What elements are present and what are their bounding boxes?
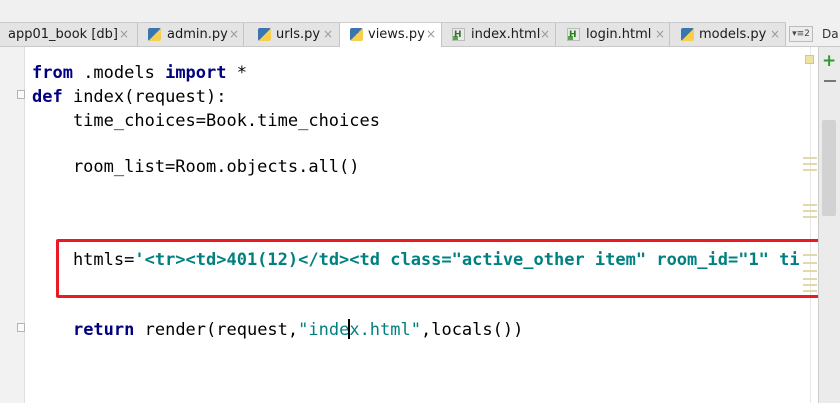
- tab-label: views.py: [368, 27, 425, 42]
- gutter-mark[interactable]: [803, 210, 817, 212]
- side-panel-tab[interactable]: Da: [822, 22, 840, 46]
- gutter-mark[interactable]: [803, 216, 817, 218]
- tab-admin-py[interactable]: admin.py ×: [138, 22, 244, 46]
- close-icon[interactable]: ×: [540, 23, 550, 46]
- close-icon[interactable]: ×: [323, 23, 333, 46]
- tab-views-py[interactable]: views.py ×: [340, 22, 442, 47]
- keyword-import: import: [165, 63, 227, 83]
- gutter-mark[interactable]: [803, 204, 817, 206]
- python-file-icon: [350, 28, 363, 41]
- close-icon[interactable]: ×: [655, 23, 665, 46]
- tab-urls-py[interactable]: urls.py ×: [244, 22, 340, 46]
- tab-label: admin.py: [167, 27, 228, 42]
- keyword-def: def: [32, 87, 63, 107]
- python-file-icon: [148, 28, 161, 41]
- keyword-from: from: [32, 63, 73, 83]
- warning-marker[interactable]: [805, 55, 814, 64]
- add-icon[interactable]: +: [822, 51, 836, 71]
- string-literal-part1: "inde: [298, 320, 350, 340]
- string-literal-part2: x.html": [349, 320, 421, 340]
- tab-label: app01_book [db]: [8, 27, 118, 42]
- tab-label: models.py: [699, 27, 767, 42]
- gutter-mark[interactable]: [803, 163, 817, 165]
- function-signature: index(request):: [62, 87, 227, 107]
- tab-overflow-menu[interactable]: ▾≡2: [789, 26, 813, 42]
- html-file-icon: [567, 24, 580, 46]
- code-line-5[interactable]: room_list=Room.objects.all(): [32, 156, 360, 180]
- tab-label: login.html: [586, 27, 652, 42]
- tab-app01-book-db[interactable]: app01_book [db] ×: [0, 22, 138, 46]
- tab-label: urls.py: [276, 27, 321, 42]
- render-args: ,locals()): [420, 320, 524, 340]
- module-path: .models: [72, 63, 166, 83]
- tab-index-html[interactable]: index.html ×: [442, 22, 556, 46]
- tab-models-py[interactable]: models.py ×: [670, 22, 786, 46]
- gutter-mark[interactable]: [803, 169, 817, 171]
- code-line-1[interactable]: from .models import *: [32, 62, 247, 86]
- python-file-icon: [681, 28, 694, 41]
- annotation-highlight-box: [56, 239, 825, 298]
- gutter-mark[interactable]: [803, 157, 817, 159]
- fold-marker[interactable]: [17, 90, 25, 99]
- close-icon[interactable]: ×: [229, 23, 239, 46]
- code-line-10[interactable]: return render(request,"index.html",local…: [32, 319, 523, 343]
- editor-gutter[interactable]: [0, 47, 25, 403]
- render-call: render(request,: [134, 320, 299, 340]
- code-line-2[interactable]: def index(request):: [32, 86, 226, 110]
- python-file-icon: [258, 28, 271, 41]
- code-line-3[interactable]: time_choices=Book.time_choices: [32, 110, 380, 134]
- close-icon[interactable]: ×: [119, 23, 129, 46]
- editor-tab-bar: app01_book [db] × admin.py × urls.py × v…: [0, 0, 840, 47]
- right-margin-guide: [810, 47, 811, 403]
- tab-login-html[interactable]: login.html ×: [556, 22, 670, 46]
- import-target: *: [226, 63, 247, 83]
- keyword-return: return: [72, 320, 135, 340]
- close-icon[interactable]: ×: [770, 23, 780, 46]
- close-icon[interactable]: ×: [426, 23, 436, 46]
- code-editor[interactable]: from .models import * def index(request)…: [32, 62, 800, 340]
- tab-label: index.html: [471, 27, 541, 42]
- scrollbar-thumb[interactable]: [822, 120, 836, 216]
- collapse-icon[interactable]: [824, 80, 836, 82]
- html-file-icon: [452, 24, 465, 46]
- fold-marker[interactable]: [17, 323, 25, 332]
- tab-strip: app01_book [db] × admin.py × urls.py × v…: [0, 22, 822, 47]
- right-tool-strip: +: [818, 47, 840, 403]
